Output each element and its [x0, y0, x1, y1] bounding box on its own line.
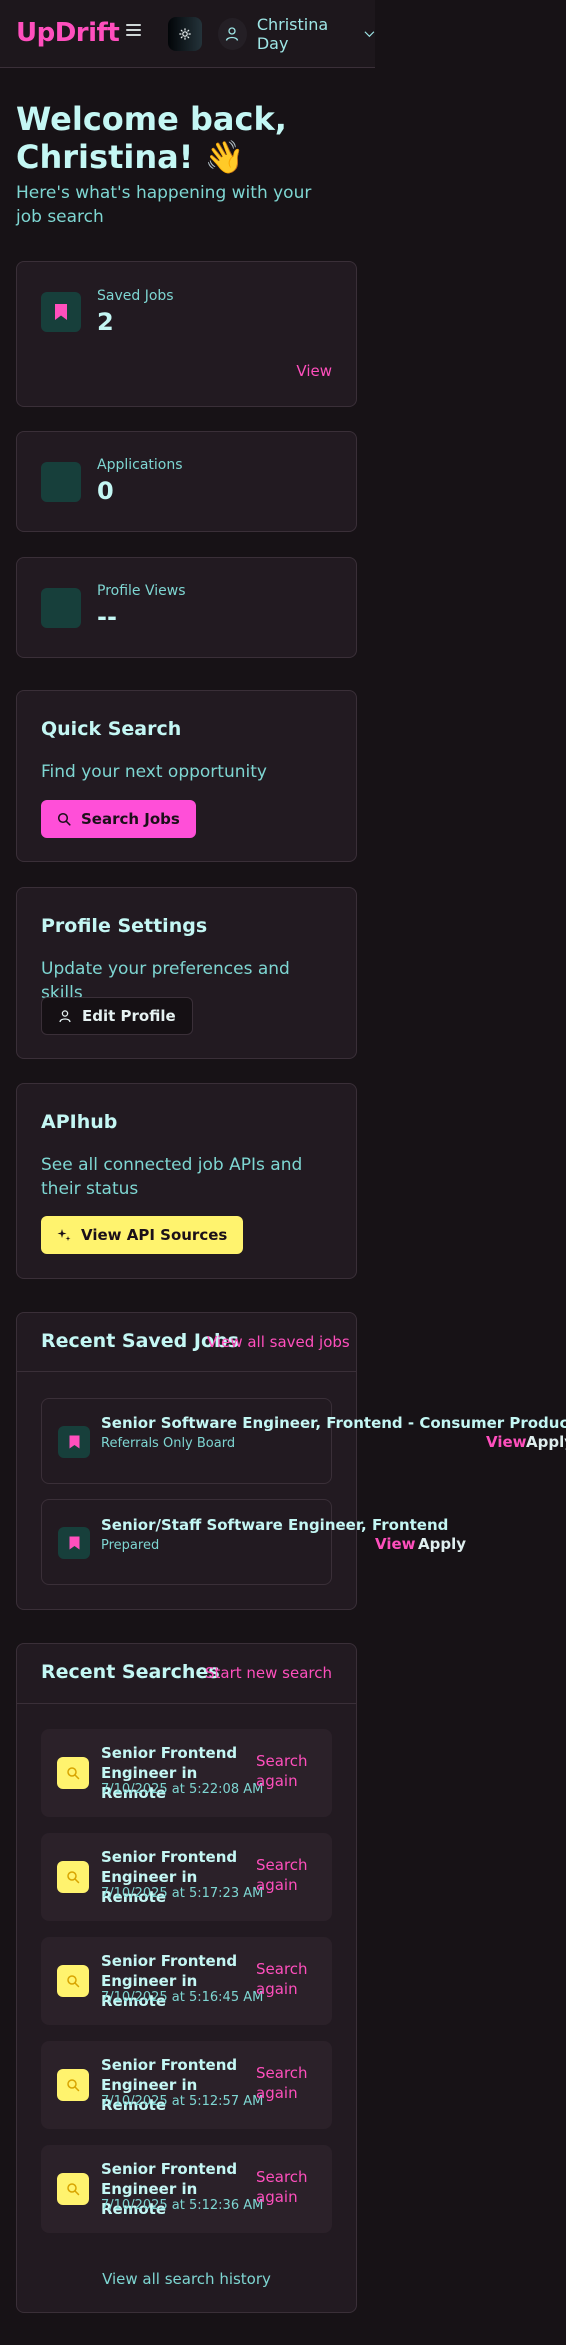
stat-icon-box [41, 588, 81, 628]
sun-icon [179, 28, 191, 40]
view-search-history-link[interactable]: View all search history [17, 2270, 356, 2288]
view-api-sources-button[interactable]: View API Sources [41, 1216, 244, 1254]
theme-toggle-button[interactable] [168, 17, 202, 51]
bookmark-icon [69, 1536, 79, 1550]
section-description: Find your next opportunity [41, 762, 267, 782]
magnifier-icon [67, 1767, 80, 1780]
search-icon-box [57, 1757, 89, 1789]
start-new-search-link[interactable]: Start new search [205, 1664, 332, 1682]
search-icon-box [57, 2173, 89, 2205]
recent-searches-card: Recent Searches Start new search Senior … [16, 1643, 357, 2313]
welcome-heading: Welcome back, Christina! 👋 [16, 100, 287, 176]
search-icon-box [57, 2069, 89, 2101]
job-title: Senior Software Engineer, Frontend - Con… [101, 1414, 566, 1432]
section-description: See all connected job APIs and their sta… [41, 1155, 303, 1199]
edit-profile-button[interactable]: Edit Profile [41, 997, 193, 1035]
quick-search-card: Quick Search Find your next opportunity … [16, 690, 357, 862]
button-label: View API Sources [81, 1226, 228, 1244]
search-icon-box [57, 1965, 89, 1997]
section-title: Quick Search [41, 718, 182, 740]
section-title: APIhub [41, 1111, 118, 1133]
search-jobs-button[interactable]: Search Jobs [41, 800, 196, 838]
welcome-subtitle: Here's what's happening with your job se… [16, 183, 312, 227]
logo[interactable]: UpDrift [16, 18, 120, 48]
magnifier-icon [67, 1871, 80, 1884]
job-icon-box [58, 1426, 90, 1458]
search-again-link[interactable]: Search again [256, 2167, 316, 2207]
divider [17, 1371, 356, 1372]
job-apply-button[interactable]: Apply [526, 1433, 566, 1451]
stat-label: Profile Views [97, 583, 186, 599]
sparkles-icon [57, 1229, 71, 1241]
section-title: Profile Settings [41, 915, 208, 937]
recent-search-item: Senior Frontend Engineer in Remote 7/10/… [41, 1833, 332, 1921]
profile-views-stat-card: Profile Views -- [16, 557, 357, 658]
search-icon-box [57, 1861, 89, 1893]
search-icon [57, 812, 71, 826]
apihub-card: APIhub See all connected job APIs and th… [16, 1083, 357, 1279]
recent-search-item: Senior Frontend Engineer in Remote 7/10/… [41, 2145, 332, 2233]
hamburger-menu-icon[interactable] [126, 24, 141, 38]
bookmark-icon [69, 1435, 79, 1449]
view-all-saved-jobs-link[interactable]: View all saved jobs [207, 1333, 350, 1351]
chevron-down-icon [364, 31, 375, 38]
magnifier-icon [67, 1975, 80, 1988]
search-again-link[interactable]: Search again [256, 1751, 316, 1791]
top-header: UpDrift Christina Day [0, 0, 375, 68]
recent-search-item: Senior Frontend Engineer in Remote 7/10/… [41, 2041, 332, 2129]
job-apply-button[interactable]: Apply [418, 1535, 466, 1553]
avatar [218, 18, 247, 50]
user-menu-button[interactable]: Christina Day [218, 15, 375, 53]
profile-settings-card: Profile Settings Update your preferences… [16, 887, 357, 1059]
recent-search-item: Senior Frontend Engineer in Remote 7/10/… [41, 1729, 332, 1817]
search-timestamp: 7/10/2025 at 5:16:45 AM [101, 1990, 264, 2005]
recent-search-item: Senior Frontend Engineer in Remote 7/10/… [41, 1937, 332, 2025]
search-timestamp: 7/10/2025 at 5:12:36 AM [101, 2198, 264, 2213]
stat-icon-box [41, 292, 81, 332]
button-label: Edit Profile [82, 1007, 176, 1025]
search-again-link[interactable]: Search again [256, 2063, 316, 2103]
bookmark-icon [55, 304, 67, 320]
applications-stat-card: Applications 0 [16, 431, 357, 532]
job-title: Senior/Staff Software Engineer, Frontend [101, 1516, 449, 1534]
button-label: Search Jobs [81, 810, 180, 828]
search-again-link[interactable]: Search again [256, 1855, 316, 1895]
user-icon [226, 27, 239, 41]
stat-label: Applications [97, 457, 183, 473]
saved-job-item[interactable] [41, 1499, 332, 1585]
recent-saved-jobs-card: Recent Saved Jobs View all saved jobs Se… [16, 1312, 566, 1610]
job-icon-box [58, 1527, 90, 1559]
stat-value: 2 [97, 308, 114, 336]
stat-value: -- [97, 603, 117, 631]
saved-jobs-stat-card: Saved Jobs 2 View [16, 261, 357, 407]
search-timestamp: 7/10/2025 at 5:17:23 AM [101, 1886, 264, 1901]
view-saved-jobs-link[interactable]: View [296, 362, 332, 380]
magnifier-icon [67, 2079, 80, 2092]
stat-value: 0 [97, 477, 114, 505]
job-company: Referrals Only Board [101, 1436, 236, 1451]
user-icon [59, 1010, 71, 1023]
job-view-link[interactable]: View [486, 1433, 527, 1451]
user-name: Christina Day [256, 15, 329, 53]
search-timestamp: 7/10/2025 at 5:22:08 AM [101, 1782, 264, 1797]
magnifier-icon [67, 2183, 80, 2196]
stat-label: Saved Jobs [97, 288, 174, 304]
section-title: Recent Searches [41, 1661, 220, 1683]
job-company: Prepared [101, 1538, 160, 1553]
job-view-link[interactable]: View [375, 1535, 416, 1553]
search-timestamp: 7/10/2025 at 5:12:57 AM [101, 2094, 264, 2109]
search-again-link[interactable]: Search again [256, 1959, 316, 1999]
stat-icon-box [41, 462, 81, 502]
divider [17, 1703, 356, 1704]
